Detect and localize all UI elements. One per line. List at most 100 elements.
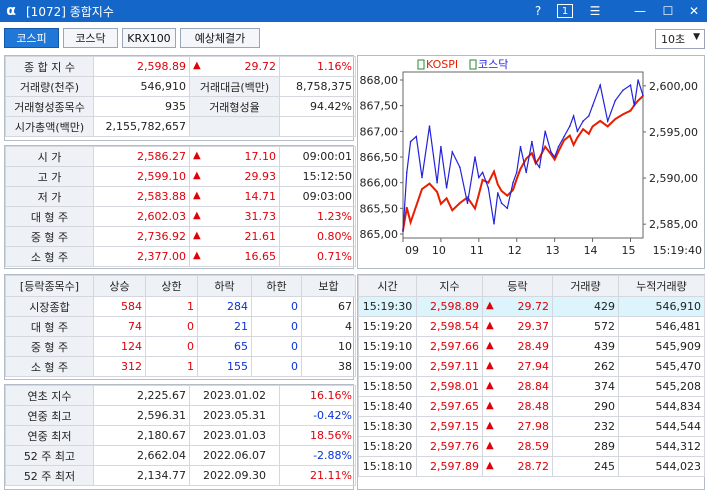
price-row-label: 저 가 — [5, 186, 94, 207]
title-bar: α [1072] 종합지수 ? 1 ☰ — ☐ ✕ — [0, 0, 707, 22]
series-point — [436, 191, 438, 193]
tick-row[interactable]: 15:19:10 2,597.66 ▲ 28.49 439 545,909 — [358, 336, 705, 357]
series-point — [557, 145, 560, 148]
tick-row[interactable]: 15:19:20 2,598.54 ▲ 29.37 572 546,481 — [358, 316, 705, 337]
series-point — [497, 192, 499, 194]
series-point — [436, 181, 438, 184]
interval-select[interactable]: 10초 ▼ — [655, 29, 705, 49]
series-point — [614, 118, 617, 120]
series-point — [428, 182, 431, 185]
tab-krx100[interactable]: KRX100 — [122, 28, 176, 48]
tick-row[interactable]: 15:18:10 2,597.89 ▲ 28.72 245 544,023 — [358, 456, 705, 477]
series-point — [588, 133, 590, 135]
composite-index-value: 2,598.89 — [93, 56, 190, 77]
price-row-change-value: 31.73 — [244, 210, 277, 223]
composite-index-rate: 1.16% — [279, 56, 356, 77]
extreme-date: 2023.01.02 — [189, 385, 280, 406]
up-arrow-icon: ▲ — [486, 440, 494, 451]
price-row-value: 2,586.27 — [93, 146, 190, 167]
chevron-down-icon: ▼ — [693, 32, 700, 42]
series-point — [637, 79, 639, 81]
maximize-icon[interactable]: ☐ — [658, 0, 678, 22]
extreme-value: 2,134.77 — [93, 465, 190, 486]
legend-label: KOSPI — [426, 58, 458, 71]
menu-icon[interactable]: ☰ — [585, 0, 605, 22]
extreme-value: 2,180.67 — [93, 425, 190, 446]
tick-change-value: 28.49 — [517, 340, 550, 353]
price-row-label: 소 형 주 — [5, 246, 94, 267]
tick-row[interactable]: 15:18:50 2,598.01 ▲ 28.84 374 545,208 — [358, 376, 705, 397]
tick-cumulative: 544,544 — [618, 416, 705, 437]
tick-cumulative: 544,312 — [618, 436, 705, 457]
extreme-value: 2,225.67 — [93, 385, 190, 406]
tick-index: 2,598.54 — [416, 316, 483, 337]
help-icon[interactable]: ? — [530, 0, 546, 22]
x-axis-label: 13 — [546, 244, 560, 257]
series-point — [474, 207, 476, 210]
breadth-panel: [등락종목수] 상승 상한 하락 하한 보합 시장종합 584 1 284 0 67 대 형 주 74 0… — [4, 274, 356, 380]
series-point — [544, 145, 546, 148]
summary-panel: 종 합 지 수 2,598.89 ▲ 29.72 1.16% 거래량(천주) 54… — [4, 55, 356, 141]
tick-row[interactable]: 15:18:20 2,597.76 ▲ 28.59 289 544,312 — [358, 436, 705, 457]
price-row-extra: 0.71% — [279, 246, 356, 267]
legend-label: 코스닥 — [478, 58, 508, 71]
series-point — [497, 183, 499, 186]
extremes-panel: 연초 지수 2,225.67 2023.01.02 16.16% 연중 최고 2,596.… — [4, 384, 356, 490]
tick-row[interactable]: 15:19:30 2,598.89 ▲ 29.72 429 546,910 — [358, 296, 705, 317]
up-arrow-icon: ▲ — [193, 150, 201, 161]
extreme-value: 2,662.04 — [93, 445, 190, 466]
price-row-extra: 15:12:50 — [279, 166, 356, 187]
tick-row[interactable]: 15:19:00 2,597.11 ▲ 27.94 262 545,470 — [358, 356, 705, 377]
tick-index: 2,598.89 — [416, 296, 483, 317]
series-point — [481, 179, 484, 181]
extreme-row: 연중 최저 2,180.67 2023.01.03 18.56% — [5, 425, 356, 446]
tick-index: 2,598.01 — [416, 376, 483, 397]
breadth-down: 65 — [197, 336, 252, 357]
tab-kospi[interactable]: 코스피 — [4, 28, 59, 48]
price-row-extra: 09:03:00 — [279, 186, 356, 207]
series-point — [519, 145, 522, 148]
tick-cumulative: 546,910 — [618, 296, 705, 317]
breadth-up: 74 — [93, 316, 146, 337]
tick-time: 15:19:30 — [358, 296, 417, 317]
breadth-row-label: 소 형 주 — [5, 356, 94, 377]
price-row-change-value: 21.61 — [244, 230, 277, 243]
tick-cumulative: 546,481 — [618, 316, 705, 337]
breadth-upper: 0 — [145, 316, 198, 337]
tick-index: 2,597.76 — [416, 436, 483, 457]
tick-change-value: 28.48 — [517, 400, 550, 413]
series-point — [478, 176, 480, 179]
series-point — [421, 188, 423, 190]
up-arrow-icon: ▲ — [193, 190, 201, 201]
screen-number-icon[interactable]: 1 — [557, 4, 573, 18]
breadth-row: 중 형 주 124 0 65 0 10 — [5, 336, 356, 357]
index-chart-panel: 868,00 867,50 867,00 866,50 866,00 865,50 865,… — [357, 55, 705, 269]
series-point — [451, 209, 454, 212]
series-point — [406, 206, 408, 209]
tick-change-value: 28.84 — [517, 380, 550, 393]
breadth-lower: 0 — [251, 356, 302, 377]
minimize-icon[interactable]: — — [630, 0, 650, 22]
close-icon[interactable]: ✕ — [684, 0, 704, 22]
tick-change: ▲ 28.49 — [482, 336, 553, 357]
series-point — [622, 113, 624, 116]
tick-change: ▲ 28.48 — [482, 396, 553, 417]
left-axis-label: 865,50 — [360, 202, 399, 215]
left-axis-label: 866,00 — [360, 177, 399, 190]
price-row-label: 시 가 — [5, 146, 94, 167]
amount-value: 8,758,375 — [279, 76, 356, 97]
tick-volume: 374 — [552, 376, 619, 397]
tick-cumulative: 545,208 — [618, 376, 705, 397]
price-row-extra: 1.23% — [279, 206, 356, 227]
extreme-row: 연초 지수 2,225.67 2023.01.02 16.16% — [5, 385, 356, 406]
tick-row[interactable]: 15:18:30 2,597.15 ▲ 27.98 232 544,544 — [358, 416, 705, 437]
tab-kosdaq[interactable]: 코스닥 — [63, 28, 118, 48]
breadth-row: 대 형 주 74 0 21 0 4 — [5, 316, 356, 337]
price-row-extra: 09:00:01 — [279, 146, 356, 167]
series-point — [415, 204, 418, 207]
tick-panel: 시간 지수 등락 거래량 누적거래량 15:19:30 2,598.89 ▲ 29.72 429… — [357, 274, 705, 490]
tab-expected-price[interactable]: 예상체결가 — [180, 28, 260, 48]
tick-row[interactable]: 15:18:40 2,597.65 ▲ 28.48 290 544,834 — [358, 396, 705, 417]
up-arrow-icon: ▲ — [486, 400, 494, 411]
x-axis-label: 14 — [584, 244, 598, 257]
